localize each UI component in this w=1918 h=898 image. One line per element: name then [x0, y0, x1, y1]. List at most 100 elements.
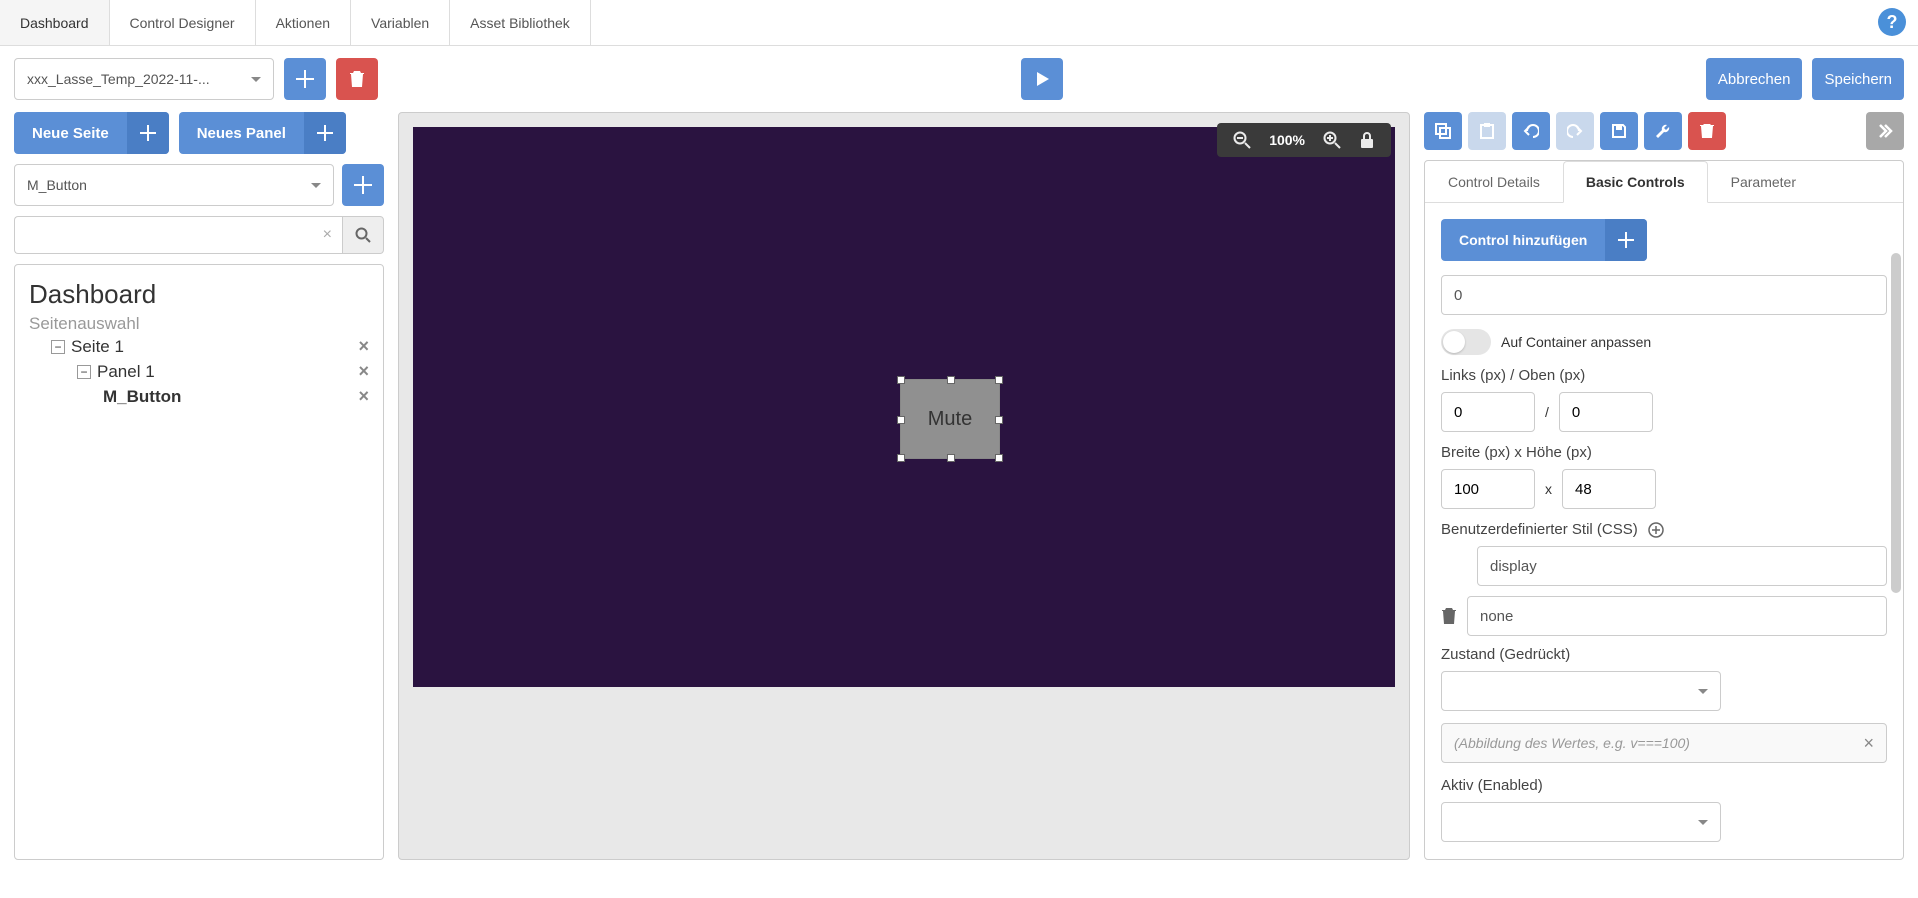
state-select[interactable] [1441, 671, 1721, 711]
prop-body: Control hinzufügen Auf Container anpasse… [1425, 203, 1903, 859]
tree-node-control[interactable]: M_Button × [29, 384, 369, 409]
chevron-down-icon [251, 77, 261, 82]
add-control-label: Control hinzufügen [1441, 219, 1605, 261]
left-input[interactable] [1441, 392, 1535, 432]
fit-container-toggle[interactable] [1441, 329, 1491, 355]
chevron-down-icon [311, 183, 321, 188]
paste-button[interactable] [1468, 112, 1506, 150]
chevron-down-icon [1698, 689, 1708, 694]
canvas-toolbar: 100% [1217, 123, 1391, 157]
new-page-button[interactable]: Neue Seite [14, 112, 169, 154]
tree-subtitle: Seitenauswahl [29, 314, 369, 334]
resize-handle[interactable] [897, 376, 905, 384]
chevron-right-icon [1877, 123, 1893, 139]
canvas[interactable]: Mute [413, 127, 1395, 687]
value-input[interactable] [1441, 275, 1887, 315]
expand-panel-button[interactable] [1866, 112, 1904, 150]
tree-node-page[interactable]: − Seite 1 × [29, 334, 369, 359]
save-icon [1611, 123, 1627, 139]
prop-tab-basic-controls[interactable]: Basic Controls [1563, 161, 1708, 203]
add-dashboard-button[interactable] [284, 58, 326, 100]
plus-icon [1605, 219, 1647, 261]
settings-button[interactable] [1644, 112, 1682, 150]
trash-icon [1700, 123, 1714, 139]
scrollbar[interactable] [1891, 253, 1901, 593]
delete-css-icon[interactable] [1441, 607, 1457, 625]
tab-control-designer[interactable]: Control Designer [110, 0, 256, 45]
mapping-input[interactable]: (Abbildung des Wertes, e.g. v===100) × [1441, 723, 1887, 763]
delete-panel-icon[interactable]: × [358, 361, 369, 382]
trash-icon [349, 70, 365, 88]
slash-separator: / [1545, 404, 1549, 420]
fit-container-label: Auf Container anpassen [1501, 334, 1651, 350]
mapping-placeholder: (Abbildung des Wertes, e.g. v===100) [1454, 735, 1690, 751]
tab-variablen[interactable]: Variablen [351, 0, 450, 45]
prop-tab-parameter[interactable]: Parameter [1708, 161, 1819, 203]
active-select[interactable] [1441, 802, 1721, 842]
resize-handle[interactable] [995, 454, 1003, 462]
delete-prop-button[interactable] [1688, 112, 1726, 150]
search-input[interactable] [14, 216, 342, 254]
new-page-label: Neue Seite [14, 112, 127, 154]
copy-button[interactable] [1424, 112, 1462, 150]
redo-button[interactable] [1556, 112, 1594, 150]
prop-tab-control-details[interactable]: Control Details [1425, 161, 1563, 203]
properties-panel: Control Details Basic Controls Parameter… [1424, 160, 1904, 860]
css-label: Benutzerdefinierter Stil (CSS) [1441, 521, 1638, 538]
search-button[interactable] [342, 216, 384, 254]
resize-handle[interactable] [897, 454, 905, 462]
delete-dashboard-button[interactable] [336, 58, 378, 100]
help-icon[interactable]: ? [1878, 8, 1906, 36]
resize-handle[interactable] [897, 416, 905, 424]
top-input[interactable] [1559, 392, 1653, 432]
mute-button-label: Mute [928, 408, 972, 431]
delete-control-icon[interactable]: × [358, 386, 369, 407]
dashboard-select-value: xxx_Lasse_Temp_2022-11-... [27, 71, 243, 87]
css-property-input[interactable] [1477, 546, 1887, 586]
tree-title: Dashboard [29, 279, 369, 310]
play-icon [1034, 71, 1050, 87]
dashboard-select[interactable]: xxx_Lasse_Temp_2022-11-... [14, 58, 274, 100]
add-css-icon[interactable] [1648, 522, 1664, 538]
tree-node-panel[interactable]: − Panel 1 × [29, 359, 369, 384]
search-icon [355, 227, 371, 243]
undo-icon [1523, 123, 1539, 139]
tree-panel: Dashboard Seitenauswahl − Seite 1 × − Pa… [14, 264, 384, 860]
tab-asset-bibliothek[interactable]: Asset Bibliothek [450, 0, 591, 45]
tab-dashboard[interactable]: Dashboard [0, 0, 110, 45]
collapse-icon[interactable]: − [51, 340, 65, 354]
control-type-select[interactable]: M_Button [14, 164, 334, 206]
add-control-button[interactable]: Control hinzufügen [1441, 219, 1647, 261]
tab-aktionen[interactable]: Aktionen [256, 0, 351, 45]
play-button[interactable] [1021, 58, 1063, 100]
tree-page-label: Seite 1 [71, 337, 124, 357]
resize-handle[interactable] [947, 454, 955, 462]
add-control-button[interactable] [342, 164, 384, 206]
plus-icon [304, 112, 346, 154]
cancel-button[interactable]: Abbrechen [1706, 58, 1803, 100]
new-panel-button[interactable]: Neues Panel [179, 112, 346, 154]
zoom-out-button[interactable] [1233, 131, 1251, 149]
resize-handle[interactable] [995, 416, 1003, 424]
wrench-icon [1655, 123, 1671, 139]
redo-icon [1567, 123, 1583, 139]
resize-handle[interactable] [995, 376, 1003, 384]
clear-search-icon[interactable]: × [323, 216, 332, 254]
collapse-icon[interactable]: − [77, 365, 91, 379]
state-label: Zustand (Gedrückt) [1441, 646, 1887, 663]
plus-icon [296, 70, 314, 88]
undo-button[interactable] [1512, 112, 1550, 150]
save-button[interactable]: Speichern [1812, 58, 1904, 100]
clear-mapping-icon[interactable]: × [1863, 733, 1874, 754]
delete-page-icon[interactable]: × [358, 336, 369, 357]
top-nav: Dashboard Control Designer Aktionen Vari… [0, 0, 1918, 46]
css-value-input[interactable] [1467, 596, 1887, 636]
right-panel: Control Details Basic Controls Parameter… [1424, 112, 1904, 860]
lock-icon[interactable] [1359, 131, 1375, 149]
height-input[interactable] [1562, 469, 1656, 509]
zoom-in-button[interactable] [1323, 131, 1341, 149]
canvas-control-mute[interactable]: Mute [900, 379, 1000, 459]
width-input[interactable] [1441, 469, 1535, 509]
resize-handle[interactable] [947, 376, 955, 384]
save-prop-button[interactable] [1600, 112, 1638, 150]
